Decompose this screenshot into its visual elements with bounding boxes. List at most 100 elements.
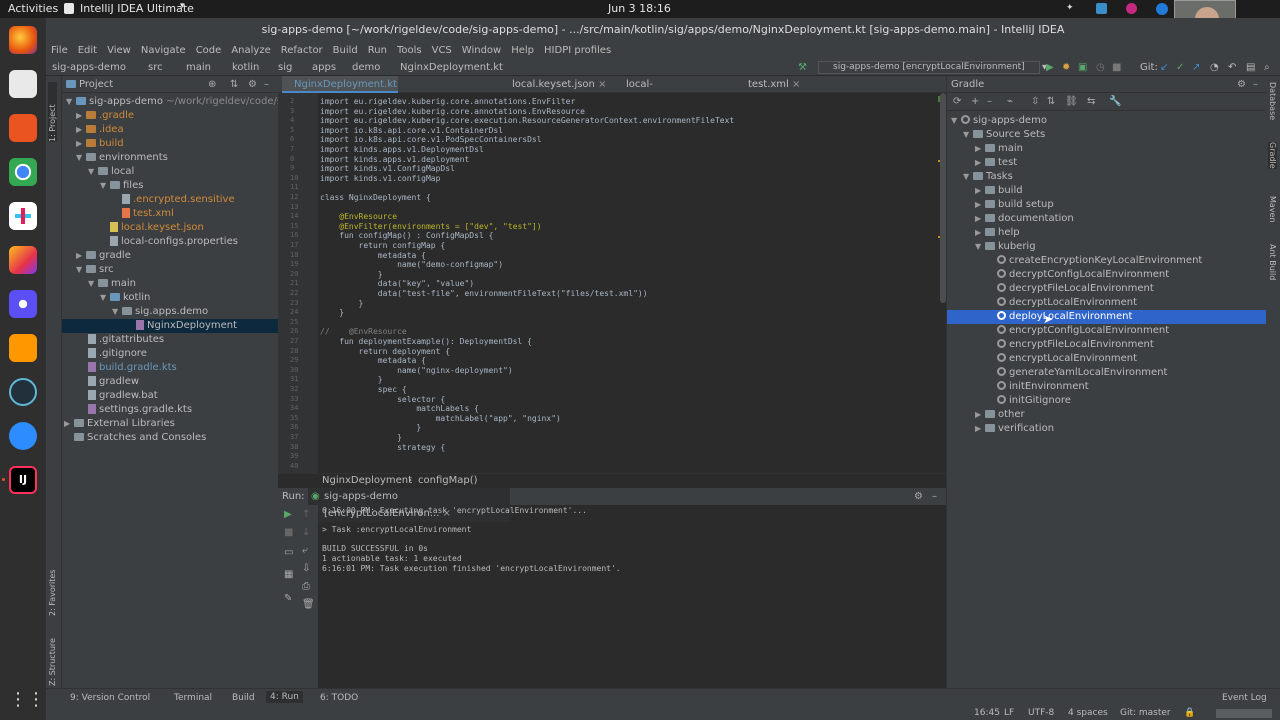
jetbrains-toolbox-icon[interactable] <box>9 246 37 274</box>
tool-window-maven[interactable]: Maven <box>1268 196 1277 223</box>
print-icon[interactable]: ⎙ <box>302 581 310 592</box>
menu-navigate[interactable]: Navigate <box>136 42 191 59</box>
chrome-icon[interactable] <box>9 158 37 186</box>
tree-item-settings-gradle-kts[interactable]: settings.gradle.kts <box>88 403 192 417</box>
indent-setting[interactable]: 4 spaces <box>1068 708 1108 718</box>
tool-window-build[interactable]: Build <box>232 693 255 703</box>
app-menu[interactable]: IntelliJ IDEA Ultimate <box>80 2 194 15</box>
execute-task-icon[interactable]: ⌁ <box>1007 96 1013 107</box>
lock-icon[interactable]: 🔒 <box>1184 708 1195 718</box>
soft-wrap-icon[interactable]: ⤶ <box>302 545 308 556</box>
tab-local-configs-properties[interactable]: local-configs.properties × <box>614 76 740 107</box>
collapse-all-icon[interactable]: ⇅ <box>230 76 238 93</box>
caret-position[interactable]: 16:45 <box>974 708 1000 718</box>
code-editor[interactable]: import eu.rigeldev.kuberig.core.annotati… <box>318 93 940 473</box>
tool-window-database[interactable]: Database <box>1268 82 1277 120</box>
gradle-task[interactable]: decryptLocalEnvironment <box>947 296 1266 310</box>
breadcrumb-src[interactable]: src <box>148 59 163 76</box>
run-icon[interactable]: ▶ <box>1046 59 1054 76</box>
tree-item-project-root[interactable]: ▼ sig-apps-demo ~/work/rigeldev/code/sig-… <box>66 95 314 109</box>
gradle-task[interactable]: initEnvironment <box>947 380 1266 394</box>
add-icon[interactable]: + <box>971 96 979 107</box>
run-output[interactable]: 6:16:00 PM: Executing task 'encryptLocal… <box>322 506 942 573</box>
gradle-source-test[interactable]: ▶ test <box>947 156 1266 170</box>
gradle-task[interactable]: encryptFileLocalEnvironment <box>947 338 1266 352</box>
up-icon[interactable]: ↑ <box>302 509 310 520</box>
menu-edit[interactable]: Edit <box>73 42 102 59</box>
tree-item-gitignore[interactable]: .gitignore <box>88 347 147 361</box>
menu-hidpi-profiles[interactable]: HIDPI profiles <box>539 42 616 59</box>
breadcrumb-demo[interactable]: demo <box>352 59 380 76</box>
tree-item-idea[interactable]: ▶ .idea <box>76 123 124 137</box>
tree-item-package[interactable]: ▼ sig.apps.demo <box>112 305 208 319</box>
gradle-task[interactable]: initGitignore <box>947 394 1266 408</box>
menu-analyze[interactable]: Analyze <box>226 42 275 59</box>
intellij-icon[interactable]: IJ <box>9 466 37 494</box>
gradle-tree-root[interactable]: ▼ sig-apps-demo <box>947 114 1266 128</box>
tree-item-src[interactable]: ▼ src <box>76 263 114 277</box>
sublime-text-icon[interactable] <box>9 334 37 362</box>
revert-icon[interactable]: ↶ <box>1228 59 1236 76</box>
line-separator[interactable]: LF <box>1004 708 1014 718</box>
gradle-group-documentation[interactable]: ▶ documentation <box>947 212 1266 226</box>
menu-view[interactable]: View <box>102 42 136 59</box>
hide-icon[interactable]: – <box>932 488 937 505</box>
tool-window-event-log[interactable]: Event Log <box>1222 693 1267 703</box>
gear-icon[interactable]: ⚙ <box>248 76 257 93</box>
hammer-icon[interactable]: ⚒ <box>798 59 807 76</box>
tree-item-main[interactable]: ▼ main <box>88 277 136 291</box>
activities-button[interactable]: Activities <box>8 2 58 15</box>
tab-nginx-deployment[interactable]: NginxDeployment.kt × <box>282 76 398 107</box>
gradle-task[interactable]: decryptFileLocalEnvironment <box>947 282 1266 296</box>
slack-icon[interactable] <box>9 202 37 230</box>
menu-file[interactable]: File <box>46 42 73 59</box>
coverage-icon[interactable]: ▣ <box>1078 59 1087 76</box>
files-icon[interactable] <box>9 70 37 98</box>
pin-icon[interactable]: ✎ <box>284 593 292 604</box>
tree-item-local[interactable]: ▼ local <box>88 165 134 179</box>
tool-window-run[interactable]: 4: Run <box>266 691 303 703</box>
tree-item-build[interactable]: ▶ build <box>76 137 124 151</box>
tree-item-local-keyset-json[interactable]: local.keyset.json <box>110 221 204 235</box>
pin-tab-icon[interactable]: ▭ <box>284 547 293 558</box>
tree-item-gitattributes[interactable]: .gitattributes <box>88 333 164 347</box>
debug-icon[interactable]: ✹ <box>1062 59 1070 76</box>
software-center-icon[interactable] <box>9 114 37 142</box>
wrench-icon[interactable]: 🔧 <box>1109 96 1121 107</box>
hide-icon[interactable]: – <box>264 76 269 93</box>
gradle-task[interactable]: createEncryptionKeyLocalEnvironment <box>947 254 1266 268</box>
show-applications-icon[interactable]: ⋮⋮ <box>9 686 45 714</box>
clear-all-icon[interactable]: 🗑 <box>302 599 315 610</box>
menu-code[interactable]: Code <box>191 42 227 59</box>
menu-window[interactable]: Window <box>457 42 506 59</box>
project-panel-title[interactable]: Project <box>79 79 113 90</box>
structure-icon[interactable]: ▤ <box>1246 59 1255 76</box>
target-icon[interactable]: ⊕ <box>208 76 216 93</box>
breadcrumb-kotlin[interactable]: kotlin <box>232 59 259 76</box>
menu-build[interactable]: Build <box>328 42 363 59</box>
profile-icon[interactable]: ◷ <box>1096 59 1105 76</box>
gradle-source-sets[interactable]: ▼ Source Sets <box>947 128 1266 142</box>
file-encoding[interactable]: UTF-8 <box>1028 708 1054 718</box>
breadcrumb-main[interactable]: main <box>186 59 211 76</box>
tool-window-todo[interactable]: 6: TODO <box>320 693 358 703</box>
vcs-commit-icon[interactable]: ✓ <box>1176 59 1184 76</box>
menu-help[interactable]: Help <box>506 42 539 59</box>
layout-icon[interactable]: ▦ <box>284 569 293 580</box>
clock[interactable]: Jun 3 18:16 <box>608 2 671 15</box>
menu-vcs[interactable]: VCS <box>427 42 457 59</box>
vcs-update-icon[interactable]: ↙ <box>1160 59 1168 76</box>
gradle-group-help[interactable]: ▶ help <box>947 226 1266 240</box>
tool-window-version-control[interactable]: 9: Version Control <box>70 693 150 703</box>
tool-window-gradle[interactable]: Gradle <box>1268 142 1277 169</box>
rerun-icon[interactable]: ▶ <box>284 509 292 520</box>
offline-icon[interactable]: ⇆ <box>1087 96 1095 107</box>
slack-tray-icon[interactable] <box>1096 3 1107 14</box>
gradle-task[interactable]: decryptConfigLocalEnvironment <box>947 268 1266 282</box>
tree-item-environments[interactable]: ▼ environments <box>76 151 168 165</box>
remove-icon[interactable]: – <box>987 96 992 107</box>
gradle-group-build[interactable]: ▶ build <box>947 184 1266 198</box>
link-icon[interactable]: ⛓ <box>1065 96 1078 107</box>
tool-window-terminal[interactable]: Terminal <box>174 693 212 703</box>
memory-indicator[interactable] <box>1216 709 1272 718</box>
